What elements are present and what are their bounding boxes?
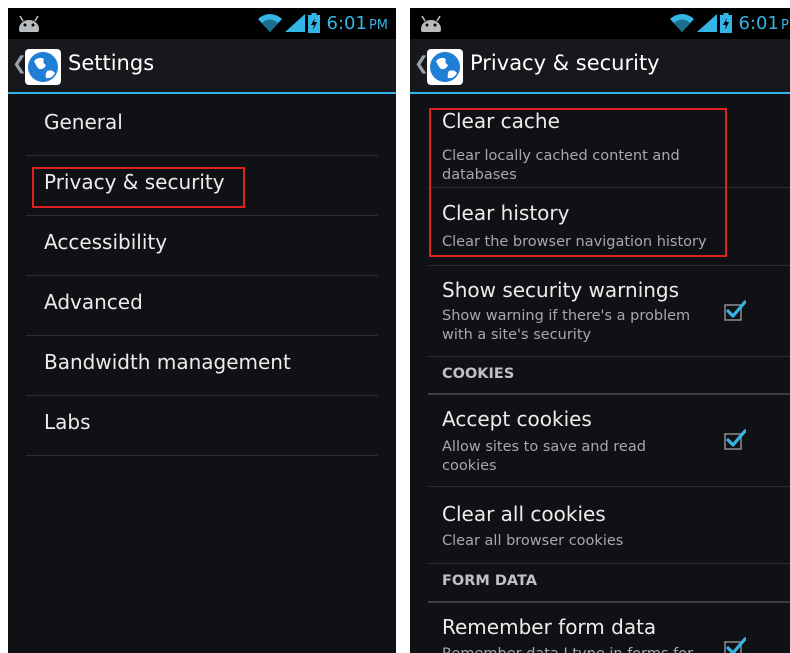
battery-charging-icon: [719, 13, 732, 33]
remember-form-data-item[interactable]: Remember form data Remember data I type …: [428, 603, 790, 653]
remember-form-data-title: Remember form data: [442, 615, 657, 639]
action-bar: ❮ Privacy & security: [410, 39, 790, 94]
status-bar: 6:01PM: [410, 8, 790, 39]
browser-globe-icon[interactable]: [25, 49, 61, 85]
wifi-icon: [669, 14, 694, 32]
screen-title: Settings: [68, 51, 155, 75]
form-data-category-header: FORM DATA: [428, 564, 790, 603]
accept-cookies-summary: Allow sites to save and read cookies: [442, 439, 646, 474]
cookies-category-label: COOKIES: [442, 366, 515, 382]
settings-item-general[interactable]: General: [26, 96, 378, 156]
settings-item-labs[interactable]: Labs: [26, 396, 378, 456]
battery-charging-icon: [307, 13, 320, 33]
settings-list: General Privacy & security Accessibility…: [8, 96, 396, 456]
settings-item-label: General: [44, 110, 123, 134]
cell-signal-icon: [284, 14, 305, 32]
remember-form-data-summary: Remember data I type in forms for: [442, 645, 712, 653]
wifi-icon: [257, 14, 282, 32]
settings-item-accessibility[interactable]: Accessibility: [26, 216, 378, 276]
settings-item-label: Bandwidth management: [44, 350, 291, 374]
settings-item-bandwidth-management[interactable]: Bandwidth management: [26, 336, 378, 396]
highlight-box: [429, 108, 727, 257]
android-notification-icon: [421, 15, 441, 32]
settings-screen: 6:01 PM ❮ Settings General Privacy & secu…: [8, 8, 396, 653]
browser-globe-icon[interactable]: [427, 49, 463, 85]
status-clock: 6:01PM: [326, 12, 388, 34]
status-clock: 6:01PM: [738, 12, 790, 34]
cell-signal-icon: [696, 14, 717, 32]
screen-title: Privacy & security: [470, 51, 660, 75]
form-data-category-label: FORM DATA: [442, 573, 537, 589]
privacy-security-screen: 6:01PM ❮ Privacy & security Clear cache …: [410, 8, 790, 653]
action-bar: ❮ Settings: [8, 39, 396, 94]
accept-cookies-item[interactable]: Accept cookies Allow sites to save and r…: [428, 395, 790, 487]
highlight-box: [32, 167, 245, 208]
clear-all-cookies-title: Clear all cookies: [442, 502, 606, 526]
show-security-warnings-summary: Show warning if there's a problem with a…: [442, 308, 691, 343]
accept-cookies-checkbox[interactable]: [724, 428, 746, 450]
security-warnings-checkbox[interactable]: [724, 299, 746, 321]
show-security-warnings-title: Show security warnings: [442, 278, 680, 302]
remember-form-data-checkbox[interactable]: [724, 636, 746, 653]
settings-item-label: Accessibility: [44, 230, 168, 254]
settings-item-label: Advanced: [44, 290, 143, 314]
settings-item-advanced[interactable]: Advanced: [26, 276, 378, 336]
clear-all-cookies-item[interactable]: Clear all cookies Clear all browser cook…: [428, 487, 790, 564]
android-notification-icon: [19, 15, 39, 32]
cookies-category-header: COOKIES: [428, 357, 790, 395]
clear-all-cookies-summary: Clear all browser cookies: [442, 533, 624, 549]
accept-cookies-title: Accept cookies: [442, 407, 592, 431]
settings-item-label: Labs: [44, 410, 91, 434]
status-bar: 6:01PM: [8, 8, 396, 39]
show-security-warnings-item[interactable]: Show security warnings Show warning if t…: [428, 266, 790, 357]
